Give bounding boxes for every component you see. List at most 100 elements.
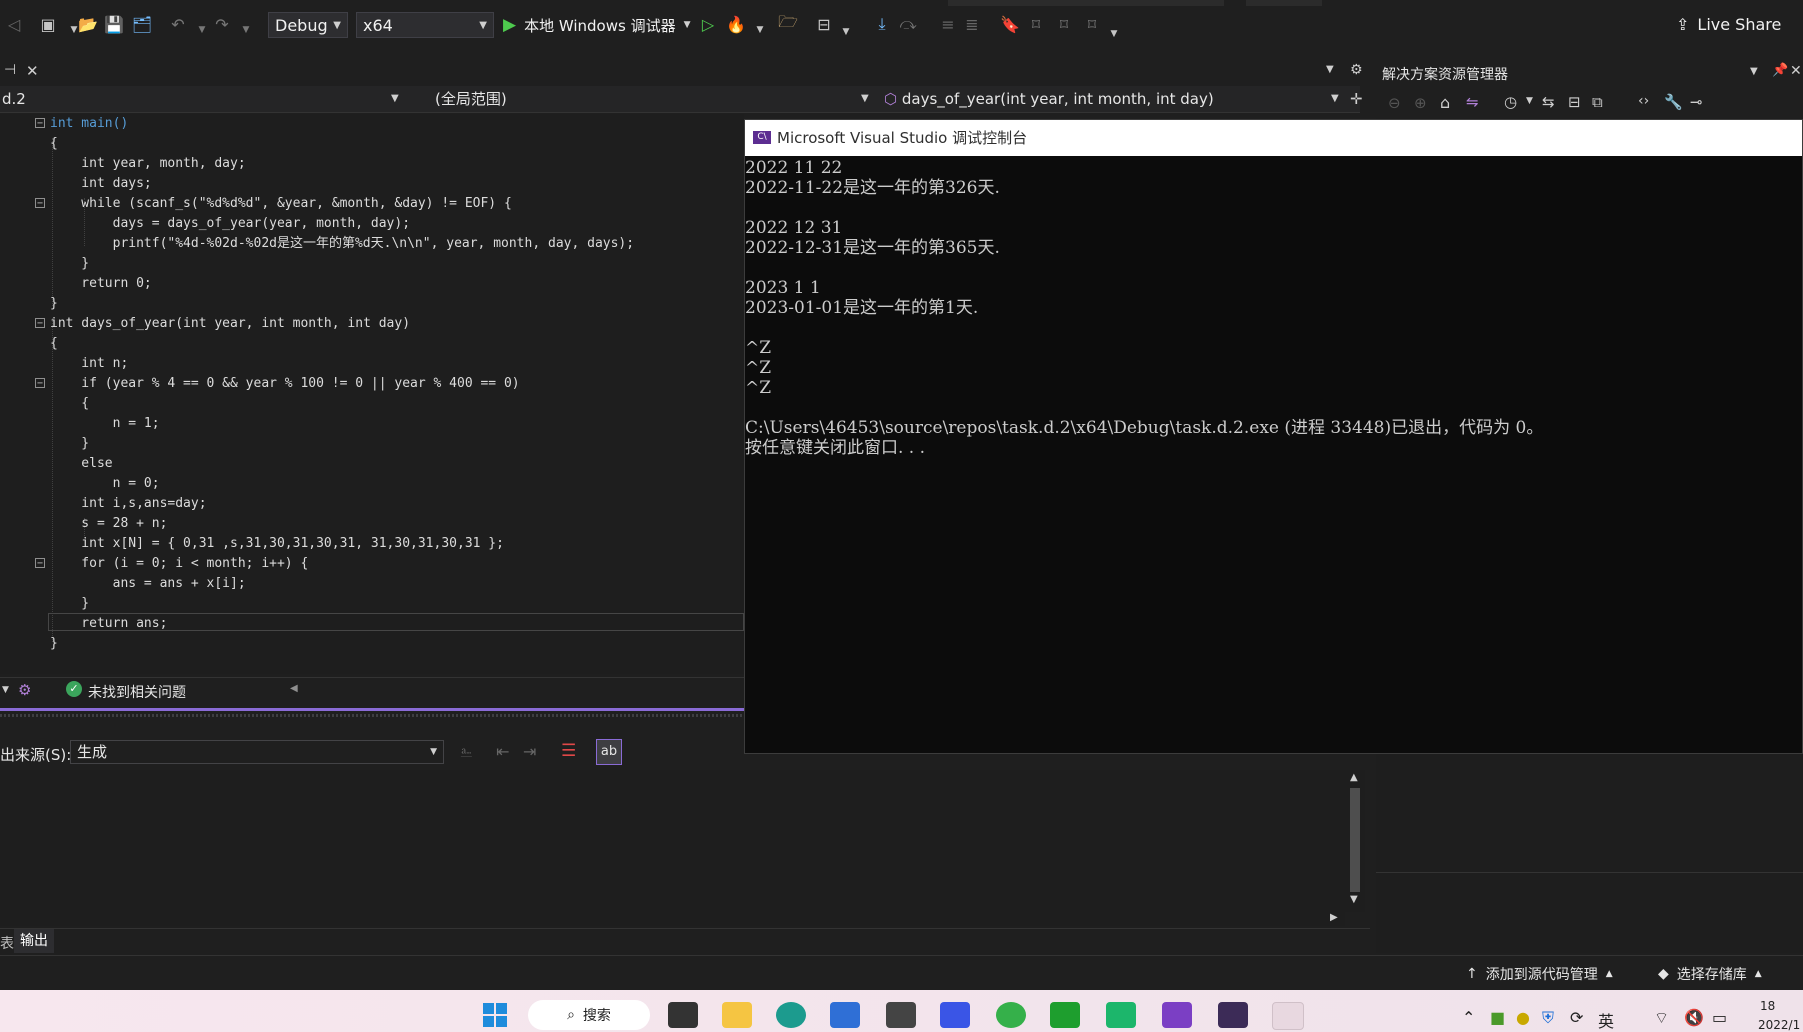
app-icon[interactable] (886, 1002, 916, 1028)
save-icon[interactable]: 💾 (104, 14, 124, 34)
new-project-icon[interactable]: ▣ (38, 14, 58, 34)
next-message-icon[interactable]: ⇥ (523, 742, 536, 761)
scroll-left-icon[interactable]: ◀ (290, 683, 298, 694)
function-dropdown[interactable]: ⬡ days_of_year(int year, int month, int … (884, 86, 1324, 112)
add-source-control-button[interactable]: ↑ 添加到源代码管理 ▲ (1466, 964, 1613, 984)
preview-icon[interactable]: ⊸ (1690, 93, 1703, 111)
wrench-icon[interactable]: 🔧 (1664, 93, 1683, 111)
app-icon[interactable] (940, 1002, 970, 1028)
live-share-button[interactable]: ⇪ Live Share (1676, 12, 1781, 36)
issues-status[interactable]: 未找到相关问题 (88, 682, 186, 702)
pin-icon[interactable]: 📌 (1772, 63, 1788, 78)
app-icon[interactable] (1106, 1002, 1136, 1028)
close-tab-icon[interactable]: ✕ (26, 62, 44, 82)
output-vertical-scrollbar[interactable]: ▲ ▼ (1345, 770, 1365, 912)
project-dropdown[interactable]: d.2 (2, 86, 400, 112)
home-icon[interactable]: ⌂ (1440, 93, 1450, 112)
code-view-icon[interactable]: ‹› (1638, 93, 1649, 109)
collapse-all-icon[interactable]: ⊟ (1568, 93, 1581, 111)
pin-tab-icon[interactable]: ⊣ (4, 62, 22, 82)
bookmark-icon[interactable]: 🔖 (1000, 14, 1020, 34)
chevron-down-icon[interactable]: ▼ (1750, 66, 1758, 77)
clear-bookmarks-icon[interactable]: ⌑ (1082, 14, 1102, 34)
visual-studio-icon[interactable] (1162, 1002, 1192, 1028)
ime-indicator[interactable]: 英 (1598, 1008, 1614, 1032)
undo-dropdown-icon[interactable]: ▼ (192, 20, 212, 40)
fold-toggle[interactable]: − (35, 318, 45, 329)
show-all-files-icon[interactable]: ⧉ (1592, 93, 1603, 111)
back-icon[interactable]: ⊖ (1388, 94, 1401, 112)
start-debugging-button[interactable]: ▶ 本地 Windows 调试器 ▼ (503, 13, 691, 37)
tray-app-icon[interactable]: ● (1516, 1008, 1530, 1027)
find-message-icon[interactable]: ⎁ (460, 742, 473, 762)
console-title-bar[interactable]: C\ Microsoft Visual Studio 调试控制台 (745, 120, 1802, 156)
step-into-icon[interactable]: ⤓ (872, 14, 892, 34)
prev-bookmark-icon[interactable]: ⌑ (1026, 14, 1046, 34)
undo-icon[interactable]: ↶ (168, 14, 188, 34)
chevron-down-icon[interactable]: ▼ (836, 22, 856, 42)
tab-output[interactable]: 输出 (14, 929, 54, 953)
prev-message-icon[interactable]: ⇤ (496, 742, 509, 761)
close-icon[interactable]: ✕ (1790, 63, 1802, 79)
clock-time[interactable]: 18 (1760, 999, 1775, 1013)
file-explorer-icon[interactable] (722, 1002, 752, 1028)
output-source-select[interactable]: 生成 ▼ (70, 740, 444, 764)
fold-toggle[interactable]: − (35, 118, 45, 129)
start-without-debugging-icon[interactable]: ▷ (698, 14, 718, 34)
zoom-dropdown-icon[interactable]: ▼ (2, 685, 9, 695)
chevron-up-icon[interactable]: ⌃ (1462, 1008, 1475, 1027)
next-bookmark-icon[interactable]: ⌑ (1054, 14, 1074, 34)
scroll-down-icon[interactable]: ▼ (1350, 894, 1358, 905)
uncomment-icon[interactable]: ≣ (962, 14, 982, 34)
clear-all-icon[interactable]: ☰ (561, 741, 576, 761)
sync-icon[interactable]: ⟳ (1570, 1008, 1583, 1027)
pending-changes-icon[interactable]: ◷ (1504, 93, 1517, 111)
forward-icon[interactable]: ⊕ (1414, 94, 1427, 112)
debug-console-window[interactable]: C\ Microsoft Visual Studio 调试控制台 2022 11… (744, 119, 1803, 754)
snipping-tool-icon[interactable] (1272, 1002, 1304, 1030)
tab-list-dropdown-icon[interactable]: ▼ (1326, 64, 1334, 75)
redo-dropdown-icon[interactable]: ▼ (236, 20, 256, 40)
output-text-area[interactable] (0, 770, 1345, 912)
layout-icon[interactable]: ⊟ (814, 14, 834, 34)
battery-icon[interactable]: ▭ (1712, 1008, 1727, 1027)
terminal-icon[interactable] (1218, 1002, 1248, 1028)
step-over-icon[interactable]: ⤼ (898, 14, 918, 34)
scrollbar-thumb[interactable] (1350, 788, 1360, 892)
wifi-icon[interactable]: ⌔ (1654, 1008, 1669, 1028)
clock-date[interactable]: 2022/1 (1758, 1018, 1800, 1032)
nvidia-icon[interactable]: ■ (1490, 1008, 1505, 1027)
switch-views-icon[interactable]: ⇋ (1466, 93, 1479, 111)
chevron-down-icon[interactable]: ▼ (1104, 24, 1124, 44)
select-repo-button[interactable]: ◆ 选择存储库 ▲ (1658, 964, 1762, 984)
tab-error-list[interactable]: 表 (0, 933, 14, 953)
browse-folder-icon[interactable]: 🗁 (778, 12, 798, 34)
output-horizontal-scrollbar[interactable]: ▶ (0, 912, 1345, 926)
sync-icon[interactable]: ⇆ (1542, 93, 1555, 111)
chevron-down-icon[interactable]: ▼ (1331, 86, 1339, 112)
word-wrap-toggle-icon[interactable]: ab (596, 739, 622, 765)
splitter-grip[interactable] (0, 714, 744, 717)
scope-dropdown[interactable]: (全局范围) (435, 86, 875, 112)
comment-icon[interactable]: ≡ (938, 14, 958, 34)
store-icon[interactable] (830, 1002, 860, 1028)
browser-icon[interactable] (996, 1002, 1026, 1028)
chevron-down-icon[interactable]: ▼ (391, 86, 399, 112)
start-button[interactable] (480, 1002, 510, 1028)
code-editor[interactable]: − − − − − int main() { int year, month, … (0, 114, 744, 674)
open-folder-icon[interactable]: 📂 (78, 14, 98, 34)
xbox-icon[interactable] (1050, 1002, 1080, 1028)
split-editor-icon[interactable]: ✛ (1350, 86, 1363, 112)
back-icon[interactable]: ◁ (4, 14, 24, 34)
volume-muted-icon[interactable]: 🔇 (1684, 1008, 1704, 1027)
scroll-up-icon[interactable]: ▲ (1350, 772, 1358, 783)
chevron-down-icon[interactable]: ▼ (861, 86, 869, 112)
hot-reload-icon[interactable]: 🔥 (726, 14, 746, 34)
config-dropdown[interactable]: Debug ▼ (268, 12, 348, 38)
taskbar-search[interactable]: ⌕ 搜索 (528, 1000, 650, 1030)
redo-icon[interactable]: ↷ (212, 14, 232, 34)
intellicode-icon[interactable]: ⚙ (18, 681, 31, 699)
fold-toggle[interactable]: − (35, 558, 45, 569)
shield-icon[interactable]: ⛨ (1542, 1008, 1554, 1028)
gear-icon[interactable]: ⚙ (1350, 62, 1363, 78)
